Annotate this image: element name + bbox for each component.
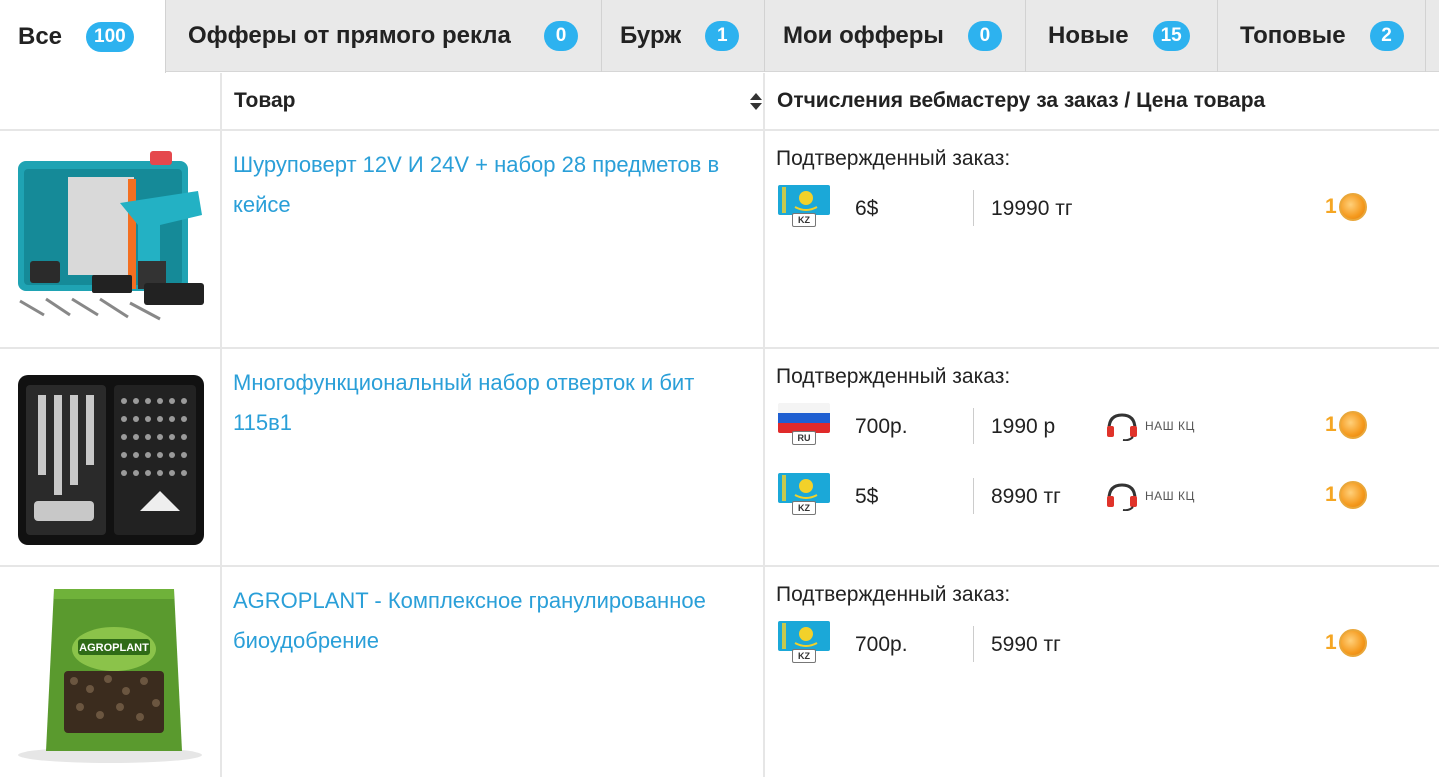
coins: 1 — [1325, 411, 1367, 439]
price-value: 19990 тг — [991, 197, 1073, 220]
tab-top[interactable]: Топовые 2 — [1218, 0, 1426, 72]
coin-count: 1 — [1325, 195, 1337, 218]
tab-count-badge: 0 — [967, 21, 1002, 51]
payout-cell: Подтвержденный заказ: RU 700р. 1990 р НА… — [765, 349, 1439, 565]
header-product[interactable]: Товар — [222, 73, 765, 129]
coin-count: 1 — [1325, 631, 1337, 654]
tab-label: Офферы от прямого рекла — [188, 22, 511, 49]
confirmed-order-label: Подтвержденный заказ: — [776, 365, 1011, 388]
product-image-cell — [0, 349, 222, 565]
header-payout: Отчисления вебмастеру за заказ / Цена то… — [777, 89, 1266, 112]
coin-icon — [1338, 629, 1367, 657]
tab-direct-advertiser[interactable]: Офферы от прямого рекла 0 — [166, 0, 602, 72]
country-code: KZ — [792, 649, 816, 663]
table-row: Шуруповерт 12V И 24V + набор 28 предмето… — [0, 131, 1439, 349]
tab-all[interactable]: Все 100 — [0, 0, 166, 73]
sort-icon[interactable] — [749, 91, 762, 113]
product-image-bit-set[interactable] — [10, 361, 210, 551]
offer-line: KZ 5$ 8990 тг НАШ КЦ 1 — [765, 461, 1439, 531]
product-cell: Многофункциональный набор отверток и бит… — [222, 349, 765, 565]
confirmed-order-label: Подтвержденный заказ: — [776, 147, 1011, 170]
coin-count: 1 — [1325, 413, 1337, 436]
confirmed-order-label: Подтвержденный заказ: — [776, 583, 1011, 606]
divider — [973, 408, 974, 444]
coins: 1 — [1325, 481, 1367, 509]
payout-value: 6$ — [855, 197, 879, 220]
payout-value: 700р. — [855, 633, 908, 656]
payout-value: 5$ — [855, 485, 879, 508]
coin-count: 1 — [1325, 483, 1337, 506]
call-center-label: НАШ КЦ — [1145, 489, 1195, 503]
offers-table: Товар Отчисления вебмастеру за заказ / Ц… — [0, 73, 1439, 777]
product-image-cell: AGROPLANT — [0, 567, 222, 777]
price-value: 8990 тг — [991, 485, 1061, 508]
country-code: KZ — [792, 501, 816, 515]
coin-icon — [1338, 193, 1367, 221]
product-link[interactable]: AGROPLANT - Комплексное гранулированное … — [222, 567, 763, 661]
table-row: AGROPLANT AGROPLANT - Комплексное гранул… — [0, 567, 1439, 777]
payout-cell: Подтвержденный заказ: KZ 700р. 5990 тг 1 — [765, 567, 1439, 777]
header-product-label: Товар — [234, 89, 296, 112]
table-row: Многофункциональный набор отверток и бит… — [0, 349, 1439, 567]
tab-label: Бурж — [620, 22, 682, 49]
tab-count-badge: 0 — [544, 21, 578, 51]
offer-tabs: Все 100 Офферы от прямого рекла 0 Бурж 1… — [0, 0, 1439, 73]
header-image — [0, 73, 222, 129]
divider — [973, 190, 974, 226]
offer-line: KZ 6$ 19990 тг 1 — [765, 173, 1439, 243]
product-image-agroplant[interactable]: AGROPLANT — [10, 579, 210, 769]
price-value: 5990 тг — [991, 633, 1061, 656]
call-center-label: НАШ КЦ — [1145, 419, 1195, 433]
product-cell: Шуруповерт 12V И 24V + набор 28 предмето… — [222, 131, 765, 347]
product-image-cell — [0, 131, 222, 347]
product-link[interactable]: Шуруповерт 12V И 24V + набор 28 предмето… — [222, 131, 763, 225]
coins: 1 — [1325, 193, 1367, 221]
payout-cell: Подтвержденный заказ: KZ 6$ 19990 тг 1 — [765, 131, 1439, 347]
country-code: KZ — [792, 213, 816, 227]
tab-label: Топовые — [1240, 22, 1346, 49]
tab-count-badge: 1 — [705, 21, 740, 51]
tab-label: Мои офферы — [783, 22, 944, 49]
offer-line: RU 700р. 1990 р НАШ КЦ 1 — [765, 391, 1439, 461]
headset-icon — [1107, 413, 1137, 441]
country-code: RU — [792, 431, 816, 445]
ru-flag-icon: RU — [778, 403, 830, 447]
tab-burzh[interactable]: Бурж 1 — [602, 0, 765, 72]
product-image-screwdriver-kit[interactable] — [10, 143, 210, 333]
coin-icon — [1338, 481, 1367, 509]
divider — [973, 478, 974, 514]
product-cell: AGROPLANT - Комплексное гранулированное … — [222, 567, 765, 777]
kz-flag-icon: KZ — [778, 473, 830, 517]
tab-label: Все — [18, 22, 63, 50]
tab-label: Новые — [1048, 22, 1129, 49]
agroplant-package-text: AGROPLANT — [79, 642, 149, 654]
product-link[interactable]: Многофункциональный набор отверток и бит… — [222, 349, 763, 443]
table-header: Товар Отчисления вебмастеру за заказ / Ц… — [0, 73, 1439, 131]
tab-count-badge: 2 — [1369, 21, 1404, 51]
kz-flag-icon: KZ — [778, 185, 830, 229]
divider — [973, 626, 974, 662]
tab-count-badge: 15 — [1152, 21, 1190, 51]
tab-count-badge: 100 — [86, 21, 134, 52]
payout-value: 700р. — [855, 415, 908, 438]
kz-flag-icon: KZ — [778, 621, 830, 665]
offer-line: KZ 700р. 5990 тг 1 — [765, 609, 1439, 679]
tab-new[interactable]: Новые 15 — [1026, 0, 1218, 72]
coin-icon — [1338, 411, 1367, 439]
price-value: 1990 р — [991, 415, 1056, 438]
headset-icon — [1107, 483, 1137, 511]
coins: 1 — [1325, 629, 1367, 657]
tab-my-offers[interactable]: Мои офферы 0 — [765, 0, 1026, 72]
